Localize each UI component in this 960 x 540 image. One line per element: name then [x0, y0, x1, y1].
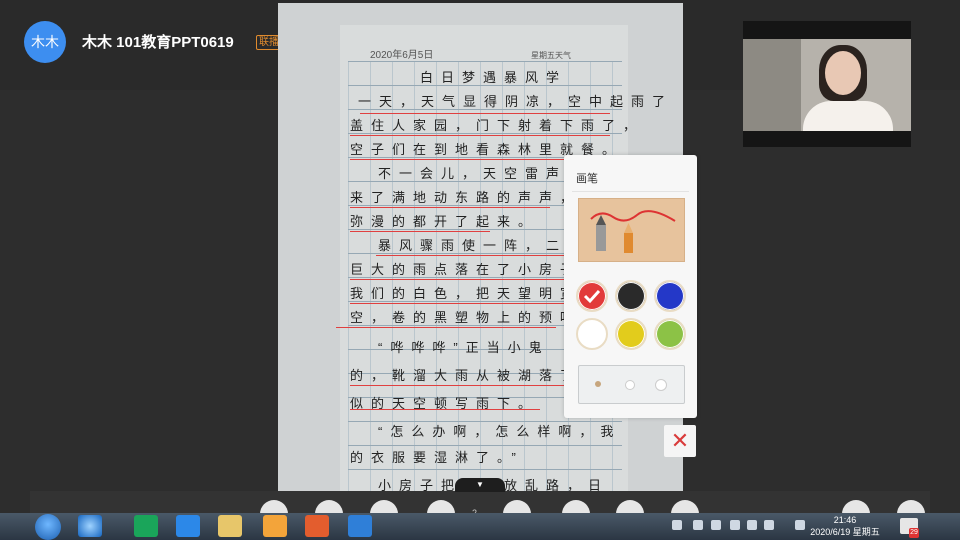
tray-keyboard-icon[interactable] [672, 520, 682, 530]
teacher-camera[interactable] [743, 21, 911, 147]
red-annotation [350, 403, 540, 410]
room-title: 木木 101教育PPT0619 [82, 34, 234, 51]
teacher-face [825, 51, 861, 95]
toolbar-collapse-handle[interactable]: ▼ [455, 478, 505, 492]
avatar[interactable]: 木木 [24, 21, 66, 63]
red-annotation [350, 129, 610, 136]
pen-preview [578, 198, 685, 262]
red-annotation [350, 297, 600, 304]
chevron-down-icon: ▼ [476, 480, 484, 489]
handwriting-line: “哗哗哗”正当小鬼 [378, 340, 550, 355]
color-swatch-black[interactable] [615, 280, 647, 312]
tray-volume-icon[interactable] [730, 520, 740, 530]
presentation-app-icon[interactable] [305, 515, 329, 537]
pen-size-selector [578, 365, 685, 404]
red-annotation [350, 153, 580, 160]
size-large[interactable] [655, 379, 667, 391]
handwriting-line: 的衣服要湿淋了。” [350, 450, 524, 465]
teacher-body [803, 101, 893, 131]
size-small[interactable] [595, 381, 601, 387]
red-annotation [336, 321, 556, 328]
tray-battery-icon[interactable] [764, 520, 774, 530]
ie-icon[interactable] [78, 515, 102, 537]
red-annotation [360, 107, 610, 114]
spreadsheet-app-icon[interactable] [134, 515, 158, 537]
pen-panel: 画笔 [564, 155, 697, 418]
notification-count: 29 [909, 528, 919, 538]
bottom-toolbar [30, 491, 930, 513]
red-annotation [350, 273, 600, 280]
close-icon: ✕ [670, 428, 690, 453]
close-pen-button[interactable]: ✕ [664, 425, 696, 457]
tray-network-icon[interactable] [693, 520, 703, 530]
feishu-app-icon[interactable] [176, 515, 200, 537]
doc-weekday: 星期五天气 [531, 51, 571, 60]
color-swatch-blue[interactable] [654, 280, 686, 312]
red-annotation [350, 201, 550, 208]
size-medium[interactable] [625, 380, 635, 390]
color-swatch-yellow[interactable] [615, 318, 647, 350]
color-swatch-white[interactable] [576, 318, 608, 350]
handwriting-line: “怎么办啊，怎么样啊，我 [378, 424, 622, 439]
pen-preview-icon [590, 210, 676, 253]
color-swatch-green[interactable] [654, 318, 686, 350]
camera-feed [743, 39, 911, 131]
pen-panel-title: 画笔 [576, 173, 598, 185]
clock-date: 2020/6/19 星期五 [810, 527, 880, 537]
doc-date: 2020年6月5日 [370, 50, 434, 61]
red-annotation [350, 225, 490, 232]
checkmark-icon [583, 289, 601, 304]
camera-background [743, 39, 801, 131]
tray-user-icon[interactable] [795, 520, 805, 530]
divider [572, 191, 689, 192]
tray-app-icon[interactable] [711, 520, 721, 530]
app-stage: 木木 木木 101教育PPT0619 联播 2020年6月5日 星期五天气 白日… [0, 0, 960, 540]
start-button[interactable] [35, 514, 61, 540]
tray-signal-icon[interactable] [747, 520, 757, 530]
handwriting-title: 白日梦遇暴风学 [420, 70, 568, 85]
clock-time: 21:46 [833, 515, 857, 525]
file-explorer-icon[interactable] [218, 515, 242, 537]
color-swatch-red[interactable] [576, 280, 608, 312]
clock[interactable]: 21:46 2020/6/19 星期五 [810, 514, 880, 538]
media-app-icon[interactable] [348, 515, 372, 537]
classroom-app-icon[interactable] [263, 515, 287, 537]
